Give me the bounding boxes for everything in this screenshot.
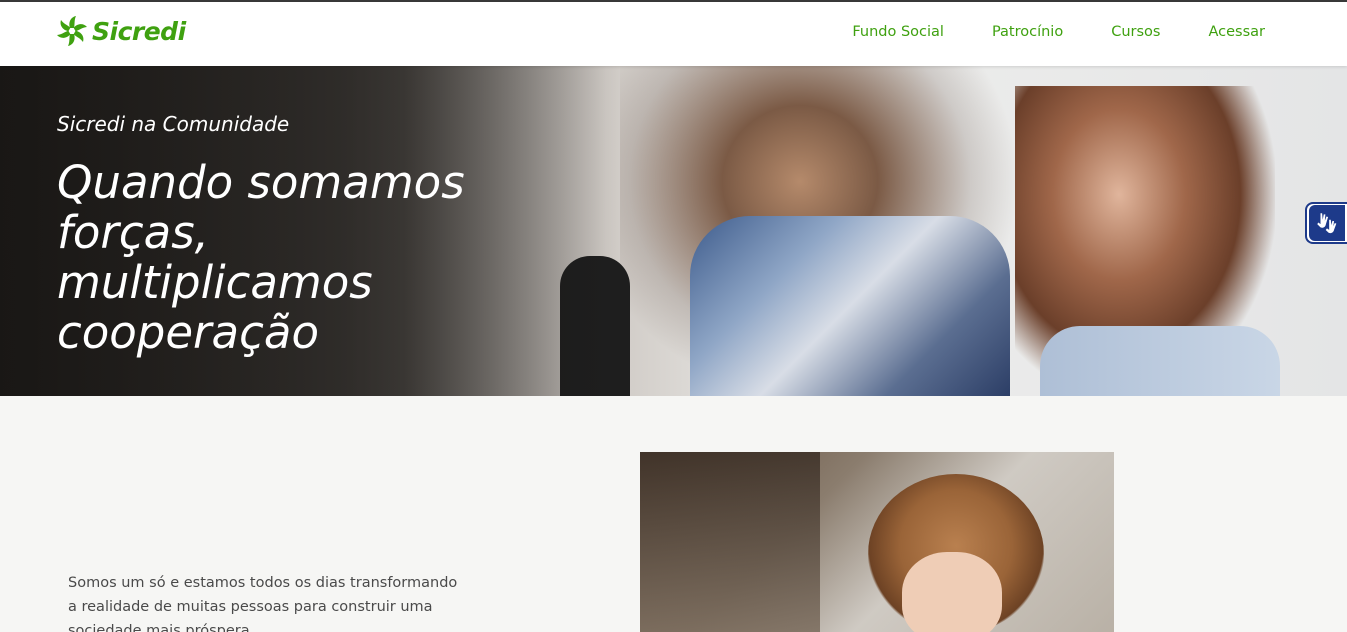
hero-banner: Sicredi na Comunidade Quando somamos for… (0, 66, 1347, 396)
hero-photo-shape (690, 216, 1010, 396)
accessibility-button[interactable] (1305, 202, 1347, 244)
sicredi-logo-icon (57, 16, 87, 46)
site-header: Sicredi Fundo Social Patrocínio Cursos A… (0, 2, 1347, 66)
photo-face-shape (902, 552, 1002, 632)
hero-title: Quando somamos forças, multiplicamos coo… (57, 156, 465, 359)
main-nav: Fundo Social Patrocínio Cursos Acessar (852, 24, 1265, 40)
sign-language-hands-icon (1317, 213, 1337, 234)
accessibility-button-inner (1309, 205, 1345, 241)
nav-link-cursos[interactable]: Cursos (1111, 24, 1160, 40)
nav-link-fundo-social[interactable]: Fundo Social (852, 24, 944, 40)
child-photo (640, 452, 1114, 632)
nav-link-patrocinio[interactable]: Patrocínio (992, 24, 1063, 40)
logo-text: Sicredi (92, 16, 186, 46)
sicredi-logo[interactable]: Sicredi (56, 14, 186, 48)
nav-link-acessar[interactable]: Acessar (1208, 24, 1265, 40)
hero-kicker: Sicredi na Comunidade (57, 112, 290, 136)
hero-photo-shape (1040, 326, 1280, 396)
intro-paragraph: Somos um só e estamos todos os dias tran… (68, 575, 458, 632)
photo-background-shape (640, 452, 820, 632)
